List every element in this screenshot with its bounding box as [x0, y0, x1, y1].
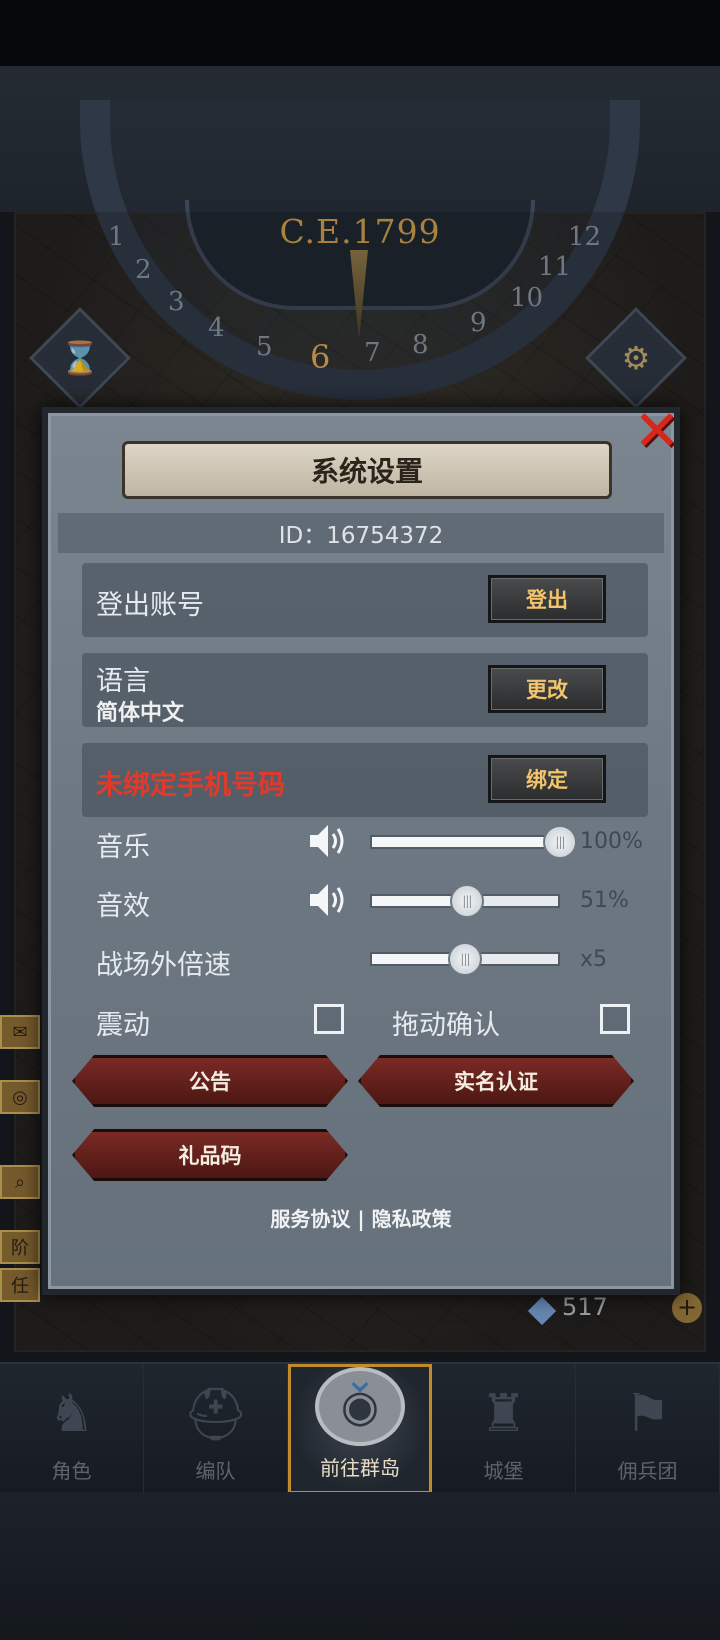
notice-button[interactable]: 公告 [72, 1055, 348, 1107]
nav-label: 前往群岛 [320, 1456, 400, 1480]
music-slider[interactable] [370, 835, 560, 849]
nav-item-islands[interactable]: ⌄ ◉ 前往群岛 [288, 1359, 432, 1494]
battle-speed-slider-knob[interactable]: ||| [448, 942, 482, 976]
sfx-label: 音效 [96, 891, 150, 922]
language-label: 语言 [96, 666, 150, 697]
player-id-bar: ID：16754372 [58, 513, 664, 553]
sfx-slider-knob[interactable]: ||| [449, 884, 484, 918]
music-label: 音乐 [96, 832, 150, 863]
nav-item-character[interactable]: ♞ 角色 [0, 1364, 144, 1494]
drag-confirm-checkbox[interactable] [600, 1004, 630, 1034]
nav-label: 编队 [195, 1459, 236, 1483]
knight-icon: ♞ [48, 1384, 95, 1444]
vibration-label: 震动 [96, 1010, 150, 1041]
phone-unbound-label: 未绑定手机号码 [96, 770, 285, 801]
nav-label: 城堡 [483, 1459, 524, 1483]
player-id: ID：16754372 [278, 523, 444, 549]
footer-links: 服务协议 | 隐私政策 [48, 1203, 674, 1232]
chevron-down-icon: ⌄ [343, 1356, 377, 1402]
service-agreement-link[interactable]: 服务协议 [270, 1207, 350, 1231]
change-language-label: 更改 [526, 678, 568, 702]
logout-row: 登出账号 登出 [82, 563, 648, 637]
status-area [0, 0, 720, 66]
logout-label: 登出账号 [96, 590, 204, 621]
change-language-button[interactable]: 更改 [488, 665, 606, 713]
bind-phone-label: 绑定 [526, 768, 568, 792]
nav-item-castle[interactable]: ♜ 城堡 [432, 1364, 576, 1494]
footer-separator: | [357, 1207, 365, 1231]
real-name-button[interactable]: 实名认证 [358, 1055, 634, 1107]
sfx-value: 51% [580, 888, 629, 913]
banner-icon: ⚑ [624, 1384, 671, 1444]
nav-item-mercenary[interactable]: ⚑ 佣兵团 [576, 1364, 720, 1494]
language-value: 简体中文 [96, 701, 185, 726]
battle-speed-value: x5 [580, 947, 608, 972]
castle-icon: ♜ [480, 1384, 527, 1444]
dialog-title-bar: 系统设置 [122, 441, 612, 499]
music-slider-fill [372, 837, 558, 847]
bottom-bar-background [0, 1492, 720, 1640]
privacy-policy-link[interactable]: 隐私政策 [372, 1207, 452, 1231]
drag-confirm-label: 拖动确认 [392, 1010, 500, 1041]
vibration-checkbox[interactable] [314, 1004, 344, 1034]
dialog-title: 系统设置 [310, 455, 423, 488]
nav-label: 佣兵团 [617, 1459, 678, 1483]
notice-button-label: 公告 [189, 1070, 231, 1094]
music-value: 100% [580, 829, 643, 854]
phone-row: 未绑定手机号码 绑定 [82, 743, 648, 817]
logout-button[interactable]: 登出 [488, 575, 606, 623]
nav-item-formation[interactable]: ⛑ 编队 [144, 1364, 288, 1494]
music-slider-knob[interactable]: ||| [543, 825, 577, 859]
gift-code-button[interactable]: 礼品码 [72, 1129, 348, 1181]
real-name-button-label: 实名认证 [454, 1070, 538, 1094]
bottom-navigation: ♞ 角色 ⛑ 编队 ⌄ ◉ 前往群岛 ♜ 城堡 ⚑ 佣兵团 [0, 1359, 720, 1494]
bind-phone-button[interactable]: 绑定 [488, 755, 606, 803]
battle-speed-label: 战场外倍速 [96, 950, 231, 981]
close-icon[interactable]: ✕ [630, 404, 684, 460]
nav-label: 角色 [51, 1459, 92, 1483]
settings-dialog: 系统设置 ID：16754372 登出账号 登出 语言 简体中文 更改 未绑定手… [42, 407, 680, 1295]
speaker-icon[interactable] [308, 880, 352, 920]
language-row: 语言 简体中文 更改 [82, 653, 648, 727]
logout-button-label: 登出 [526, 588, 568, 612]
gift-code-button-label: 礼品码 [178, 1144, 242, 1168]
helmet-icon: ⛑ [182, 1384, 249, 1445]
speaker-icon[interactable] [308, 821, 352, 861]
